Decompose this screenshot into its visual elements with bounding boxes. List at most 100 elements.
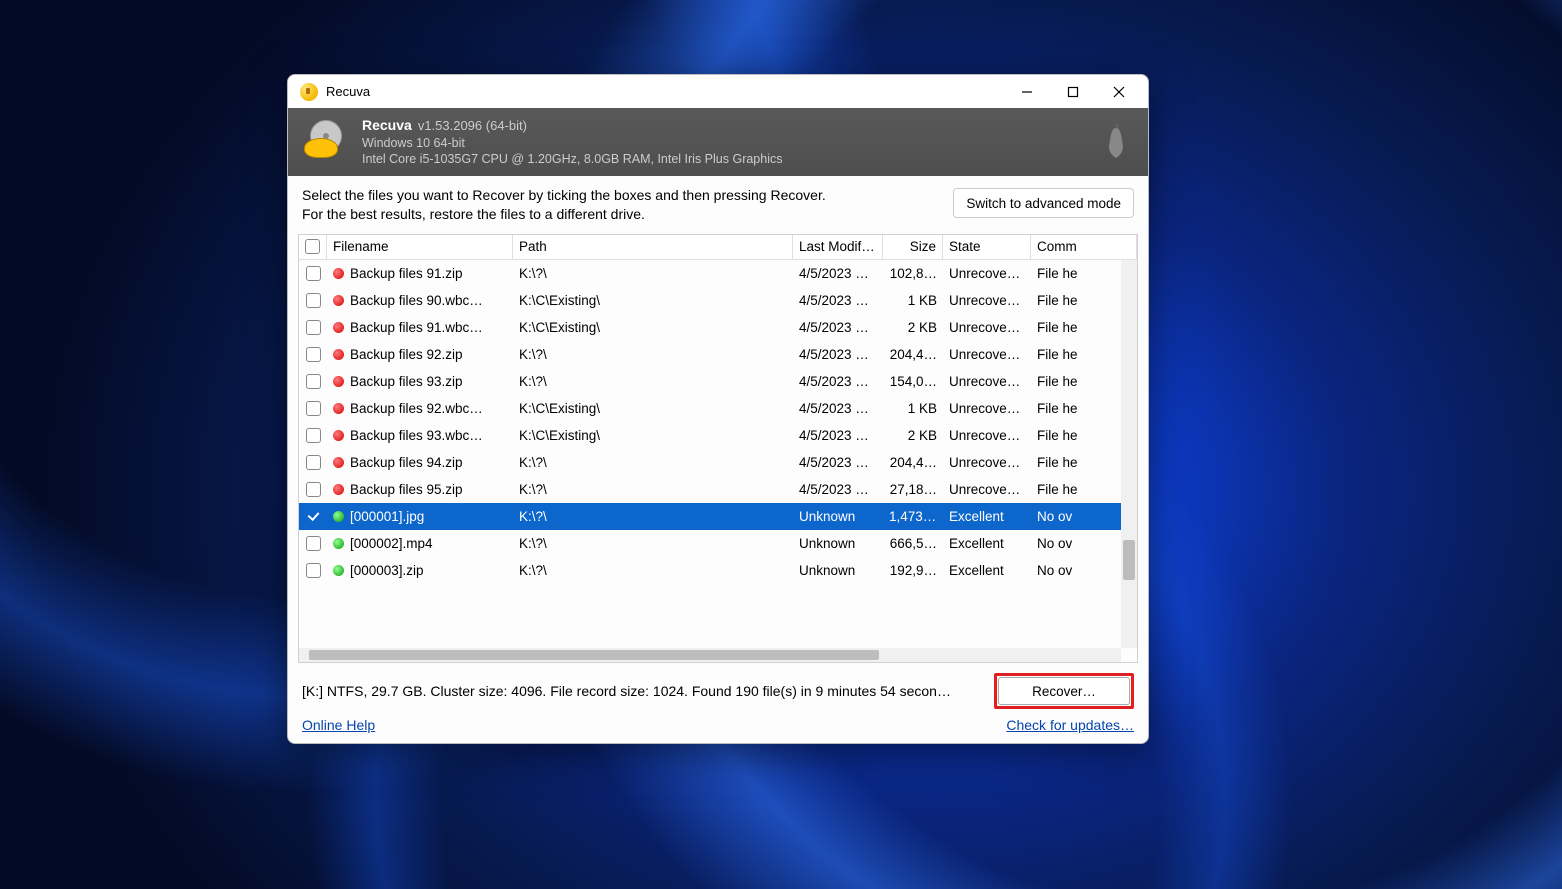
online-help-link[interactable]: Online Help [302, 717, 375, 733]
row-size: 1,473 … [883, 509, 943, 524]
row-modified: Unknown [793, 536, 883, 551]
recover-button-highlight: Recover… [994, 673, 1134, 709]
row-checkbox-cell[interactable] [299, 266, 327, 281]
header-filename[interactable]: Filename [327, 235, 513, 259]
row-state: Unrecove… [943, 428, 1031, 443]
row-size: 1 KB [883, 401, 943, 416]
row-filename: [000002].mp4 [327, 536, 513, 551]
row-state: Excellent [943, 509, 1031, 524]
vertical-scrollbar[interactable] [1121, 260, 1137, 648]
row-path: K:\C\Existing\ [513, 401, 793, 416]
row-checkbox-cell[interactable] [299, 482, 327, 497]
titlebar[interactable]: Recuva [288, 75, 1148, 108]
row-checkbox-cell[interactable] [299, 428, 327, 443]
maximize-button[interactable] [1050, 76, 1096, 108]
table-row[interactable]: Backup files 94.zipK:\?\4/5/2023 …204,4…… [299, 449, 1137, 476]
table-row[interactable]: [000002].mp4K:\?\Unknown666,5…ExcellentN… [299, 530, 1137, 557]
row-state: Unrecove… [943, 320, 1031, 335]
row-filename: Backup files 92.wbc… [327, 401, 513, 416]
row-checkbox-cell[interactable] [299, 509, 327, 524]
row-checkbox[interactable] [306, 347, 321, 362]
table-row[interactable]: [000003].zipK:\?\Unknown192,9…ExcellentN… [299, 557, 1137, 584]
table-row[interactable]: Backup files 92.zipK:\?\4/5/2023 …204,4…… [299, 341, 1137, 368]
row-checkbox[interactable] [306, 482, 321, 497]
table-row[interactable]: [000001].jpgK:\?\Unknown1,473 …Excellent… [299, 503, 1137, 530]
row-size: 204,4… [883, 455, 943, 470]
row-checkbox-cell[interactable] [299, 347, 327, 362]
row-checkbox[interactable] [306, 455, 321, 470]
row-checkbox-cell[interactable] [299, 563, 327, 578]
close-button[interactable] [1096, 76, 1142, 108]
vertical-scroll-thumb[interactable] [1123, 540, 1135, 580]
row-checkbox-cell[interactable] [299, 374, 327, 389]
row-path: K:\?\ [513, 347, 793, 362]
header-comment[interactable]: Comm [1031, 235, 1137, 259]
instructions-bar: Select the files you want to Recover by … [288, 176, 1148, 228]
row-size: 192,9… [883, 563, 943, 578]
row-modified: 4/5/2023 … [793, 374, 883, 389]
row-filename: Backup files 93.wbc… [327, 428, 513, 443]
table-row[interactable]: Backup files 91.wbc…K:\C\Existing\4/5/20… [299, 314, 1137, 341]
table-row[interactable]: Backup files 90.wbc…K:\C\Existing\4/5/20… [299, 287, 1137, 314]
status-dot-icon [333, 268, 344, 279]
status-dot-icon [333, 376, 344, 387]
row-modified: Unknown [793, 563, 883, 578]
horizontal-scrollbar[interactable] [299, 648, 1121, 662]
table-row[interactable]: Backup files 95.zipK:\?\4/5/2023 …27,18…… [299, 476, 1137, 503]
row-state: Unrecove… [943, 482, 1031, 497]
table-row[interactable]: Backup files 91.zipK:\?\4/5/2023 …102,8…… [299, 260, 1137, 287]
row-checkbox[interactable] [306, 509, 321, 524]
header-state[interactable]: State [943, 235, 1031, 259]
recover-button[interactable]: Recover… [998, 677, 1130, 705]
advanced-mode-button[interactable]: Switch to advanced mode [953, 188, 1134, 218]
row-checkbox[interactable] [306, 563, 321, 578]
row-checkbox[interactable] [306, 266, 321, 281]
table-row[interactable]: Backup files 93.wbc…K:\C\Existing\4/5/20… [299, 422, 1137, 449]
piriform-logo-icon [1102, 122, 1130, 162]
status-dot-icon [333, 349, 344, 360]
row-checkbox-cell[interactable] [299, 455, 327, 470]
header-modified[interactable]: Last Modif… [793, 235, 883, 259]
horizontal-scroll-thumb[interactable] [309, 650, 879, 660]
status-dot-icon [333, 484, 344, 495]
row-filename: Backup files 95.zip [327, 482, 513, 497]
header-checkbox[interactable] [299, 235, 327, 259]
row-modified: 4/5/2023 … [793, 266, 883, 281]
status-dot-icon [333, 457, 344, 468]
row-size: 154,0… [883, 374, 943, 389]
row-checkbox[interactable] [306, 374, 321, 389]
row-path: K:\?\ [513, 509, 793, 524]
table-row[interactable]: Backup files 92.wbc…K:\C\Existing\4/5/20… [299, 395, 1137, 422]
status-row: [K:] NTFS, 29.7 GB. Cluster size: 4096. … [288, 667, 1148, 709]
app-version: v1.53.2096 (64-bit) [418, 117, 527, 135]
header-banner: Recuva v1.53.2096 (64-bit) Windows 10 64… [288, 108, 1148, 176]
row-path: K:\C\Existing\ [513, 428, 793, 443]
row-size: 204,4… [883, 347, 943, 362]
minimize-icon [1021, 86, 1033, 98]
row-checkbox-cell[interactable] [299, 401, 327, 416]
row-modified: 4/5/2023 … [793, 428, 883, 443]
row-checkbox-cell[interactable] [299, 536, 327, 551]
footer: Online Help Check for updates… [288, 709, 1148, 743]
row-filename: Backup files 91.zip [327, 266, 513, 281]
row-checkbox[interactable] [306, 401, 321, 416]
row-path: K:\C\Existing\ [513, 293, 793, 308]
table-row[interactable]: Backup files 93.zipK:\?\4/5/2023 …154,0…… [299, 368, 1137, 395]
row-size: 666,5… [883, 536, 943, 551]
row-checkbox[interactable] [306, 293, 321, 308]
row-checkbox[interactable] [306, 428, 321, 443]
header-size[interactable]: Size [883, 235, 943, 259]
row-checkbox-cell[interactable] [299, 293, 327, 308]
row-checkbox[interactable] [306, 320, 321, 335]
row-path: K:\?\ [513, 374, 793, 389]
status-dot-icon [333, 295, 344, 306]
check-updates-link[interactable]: Check for updates… [1006, 717, 1134, 733]
row-checkbox-cell[interactable] [299, 320, 327, 335]
row-size: 1 KB [883, 293, 943, 308]
row-size: 102,8… [883, 266, 943, 281]
header-path[interactable]: Path [513, 235, 793, 259]
row-checkbox[interactable] [306, 536, 321, 551]
minimize-button[interactable] [1004, 76, 1050, 108]
instructions-text: Select the files you want to Recover by … [302, 186, 933, 224]
row-path: K:\?\ [513, 266, 793, 281]
